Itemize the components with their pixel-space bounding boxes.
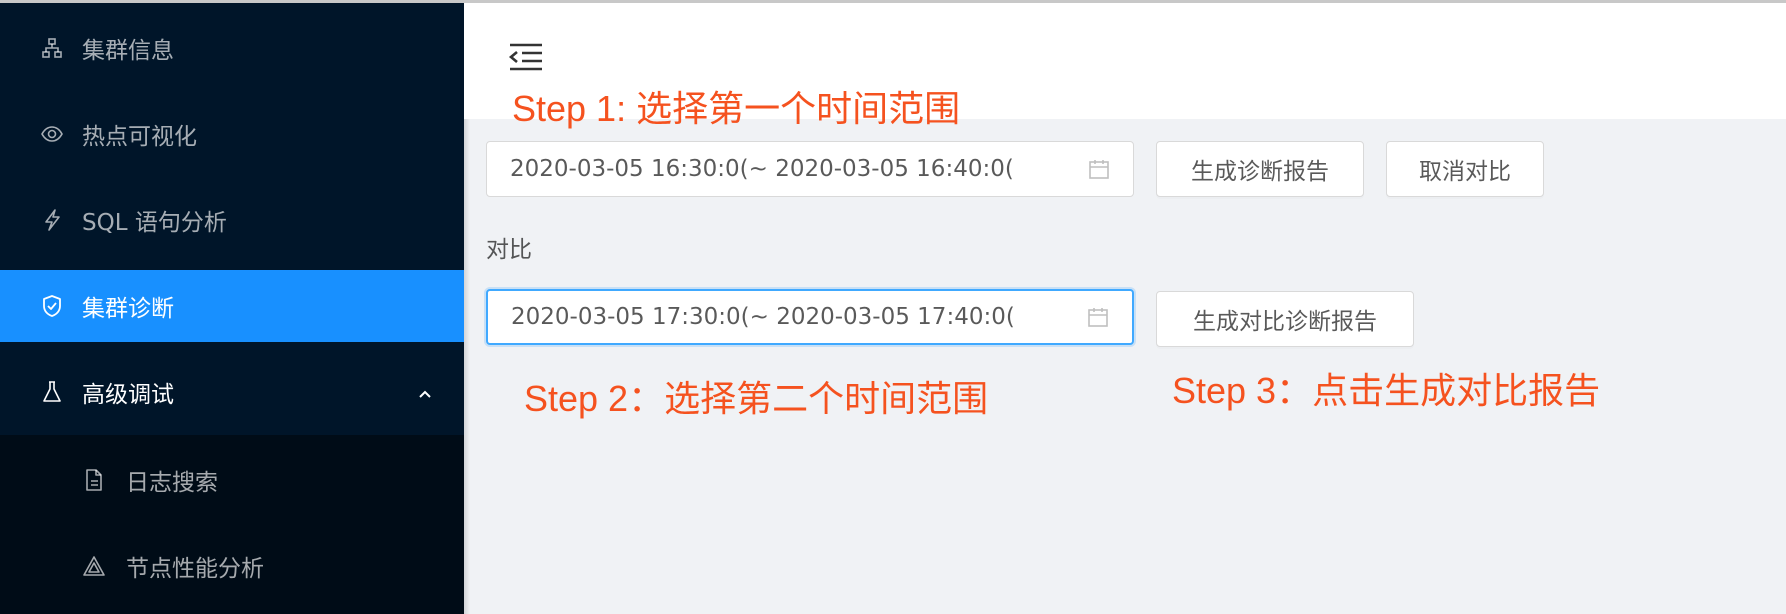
sidebar-item-profiling[interactable]: 节点性能分析 xyxy=(0,530,464,602)
sidebar-item-advanced-debug[interactable]: 高级调试 xyxy=(0,356,464,428)
window-top-border xyxy=(0,0,1786,3)
file-text-icon xyxy=(82,468,106,492)
calendar-icon xyxy=(1087,157,1111,181)
eye-icon xyxy=(40,122,64,146)
sidebar-item-label: 集群信息 xyxy=(82,38,174,64)
sidebar-item-label: 高级调试 xyxy=(82,382,174,408)
triangle-icon xyxy=(82,554,106,578)
chevron-up-icon xyxy=(416,383,434,401)
sidebar-item-diagnose[interactable]: 集群诊断 xyxy=(0,270,464,342)
flask-icon xyxy=(40,380,64,404)
compare-label: 对比 xyxy=(486,237,532,263)
cancel-compare-button[interactable]: 取消对比 xyxy=(1386,141,1544,197)
sidebar-item-label: 集群诊断 xyxy=(82,296,174,322)
lightning-icon xyxy=(40,208,64,232)
sidebar-item-heatmap[interactable]: 热点可视化 xyxy=(0,98,464,170)
sidebar-item-label: SQL 语句分析 xyxy=(82,210,227,236)
sidebar-item-label: 节点性能分析 xyxy=(126,556,264,582)
annotation-step-2: Step 2：选择第二个时间范围 xyxy=(524,378,989,419)
sidebar-item-label: 热点可视化 xyxy=(82,124,197,150)
sidebar-item-sql-analysis[interactable]: SQL 语句分析 xyxy=(0,184,464,256)
time-range-picker-1[interactable]: 2020-03-05 16:30:0(~ 2020-03-05 16:40:0( xyxy=(486,141,1134,197)
annotation-step-3: Step 3：点击生成对比报告 xyxy=(1172,370,1601,411)
sidebar-item-cluster-info[interactable]: 集群信息 xyxy=(0,12,464,84)
generate-compare-report-button[interactable]: 生成对比诊断报告 xyxy=(1156,291,1414,347)
shield-check-icon xyxy=(40,294,64,318)
cluster-icon xyxy=(40,36,64,60)
sidebar-item-log-search[interactable]: 日志搜索 xyxy=(0,444,464,516)
time-range-picker-2[interactable]: 2020-03-05 17:30:0(~ 2020-03-05 17:40:0( xyxy=(486,289,1134,345)
time-range-value: 2020-03-05 17:30:0(~ 2020-03-05 17:40:0( xyxy=(511,304,1015,330)
menu-fold-icon[interactable] xyxy=(508,42,544,72)
annotation-step-1: Step 1: 选择第一个时间范围 xyxy=(512,88,961,129)
calendar-icon xyxy=(1086,305,1110,329)
sidebar-item-label: 日志搜索 xyxy=(126,470,218,496)
sidebar: 集群信息 热点可视化 SQL 语句分析 集群诊断 高级调试 日志搜索 节点性能分… xyxy=(0,3,464,614)
time-range-value: 2020-03-05 16:30:0(~ 2020-03-05 16:40:0( xyxy=(510,156,1014,182)
submenu: 日志搜索 节点性能分析 xyxy=(0,435,464,614)
generate-report-button[interactable]: 生成诊断报告 xyxy=(1156,141,1364,197)
